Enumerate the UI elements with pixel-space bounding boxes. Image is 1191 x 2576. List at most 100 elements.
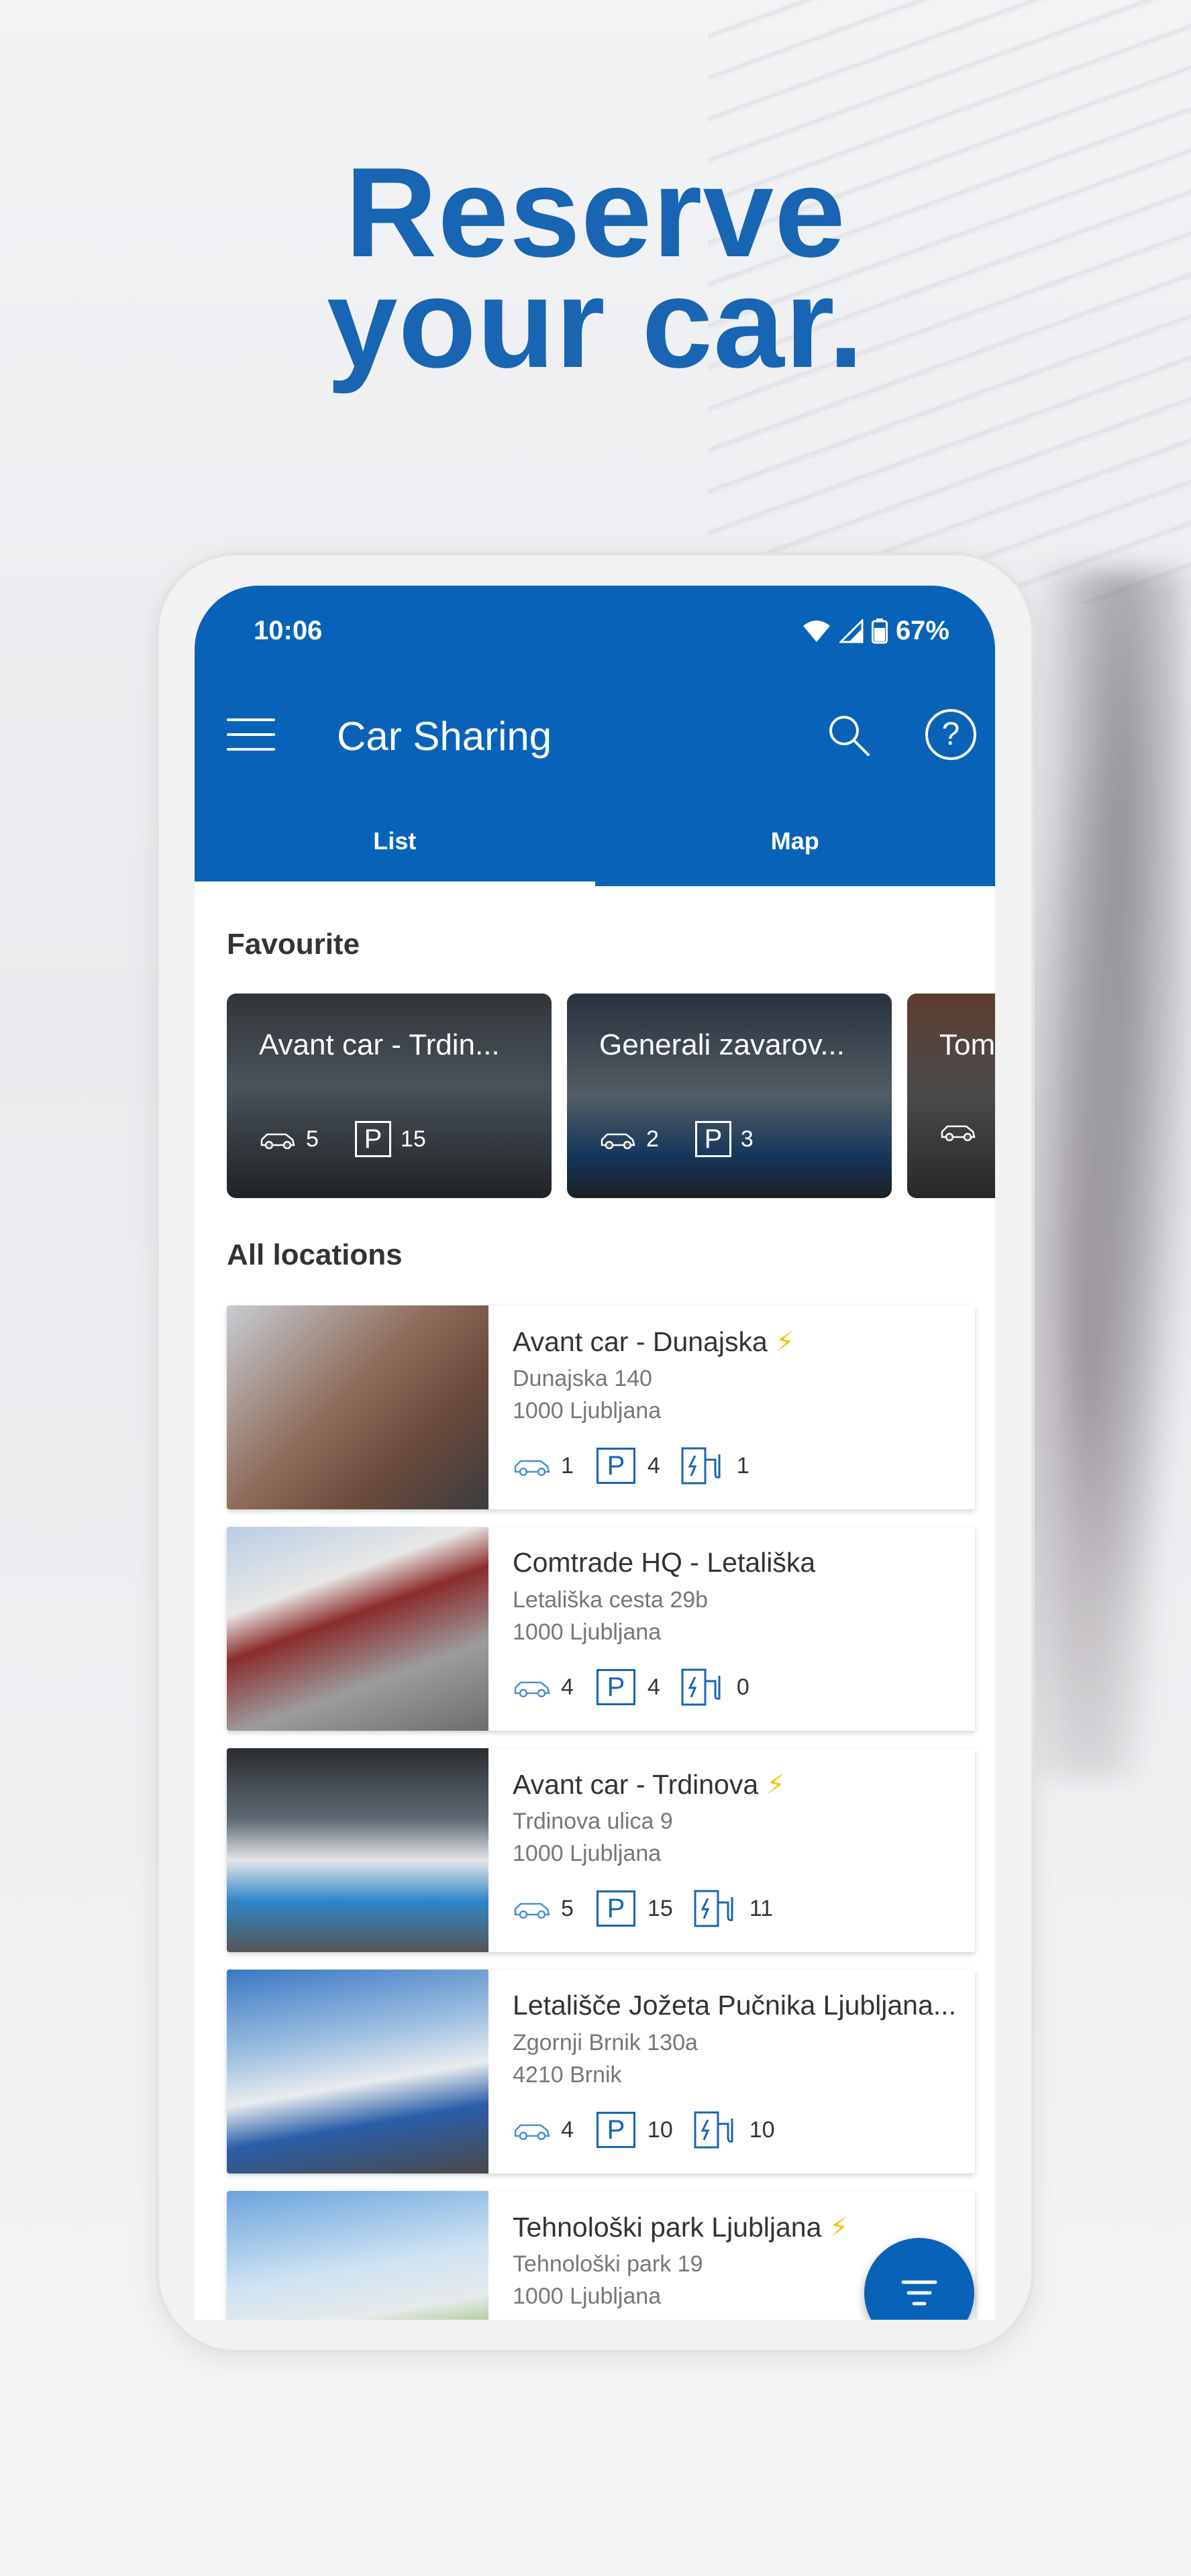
- favourite-carousel[interactable]: Avant car - Trdin... 5 P 15 Generali zav…: [227, 994, 995, 1198]
- favourite-card-stats: 2 P 3: [599, 1121, 754, 1157]
- favourite-card-parking: 15: [400, 1126, 426, 1152]
- car-icon: [601, 1133, 635, 1149]
- location-stats: 1 P 4 1: [513, 1446, 749, 1485]
- all-locations-section-title: All locations: [227, 1238, 403, 1271]
- phone-screen: 10:06 67% Car Sharing ? List Map Favouri…: [195, 586, 995, 2320]
- parking-icon: P: [694, 1121, 731, 1157]
- car-icon: [514, 1460, 550, 1476]
- favourite-card-name: Generali zavarov...: [599, 1028, 845, 1061]
- app-bar: 10:06 67% Car Sharing ? List Map: [195, 586, 995, 886]
- headline-line-2: your car.: [326, 252, 865, 394]
- signal-icon: [839, 619, 864, 643]
- location-chargers: 1: [736, 1452, 749, 1479]
- location-cars: 4: [561, 2116, 574, 2143]
- location-card[interactable]: Letališče Jožeta Pučnika Ljubljana... Zg…: [227, 1970, 975, 2174]
- parking-icon: P: [596, 1669, 635, 1705]
- location-city: 4210 Brnik: [513, 2062, 622, 2088]
- location-parking: 10: [647, 2116, 673, 2143]
- search-icon[interactable]: [825, 712, 872, 759]
- location-name: Avant car - Dunajska ⚡: [513, 1326, 795, 1357]
- electric-bolt-icon: ⚡: [766, 1769, 786, 1800]
- wifi-icon: [802, 620, 830, 642]
- favourite-card-name: Tom: [939, 1028, 995, 1061]
- location-city: 1000 Ljubljana: [513, 2284, 662, 2309]
- location-city: 1000 Ljubljana: [513, 1841, 662, 1866]
- car-icon: [941, 1125, 976, 1141]
- location-photo: [227, 1527, 488, 1731]
- status-bar: 10:06 67%: [195, 616, 995, 656]
- help-icon[interactable]: ?: [925, 709, 976, 760]
- favourite-card-cars: 5: [306, 1126, 319, 1152]
- car-icon: [260, 1133, 295, 1149]
- location-parking: 4: [647, 1674, 660, 1700]
- ev-charger-icon: [694, 1890, 733, 1927]
- filter-button[interactable]: [864, 2238, 974, 2320]
- parking-icon: P: [596, 2112, 635, 2148]
- location-card[interactable]: Comtrade HQ - Letališka Letališka cesta …: [227, 1527, 975, 1731]
- location-street: Dunajska 140: [513, 1366, 652, 1391]
- app-title: Car Sharing: [337, 714, 552, 759]
- location-cars: 4: [561, 1674, 574, 1700]
- location-cars: 1: [561, 1452, 574, 1479]
- ev-charger-icon: [681, 1447, 721, 1485]
- parking-icon: P: [596, 1448, 635, 1484]
- ev-charger-icon: [694, 2111, 733, 2149]
- location-stats: 5 P 15 11: [513, 1889, 773, 1928]
- parking-icon: P: [354, 1121, 391, 1157]
- location-stats: 4 P 10 10: [513, 2110, 775, 2149]
- location-name: Tehnološki park Ljubljana ⚡: [513, 2212, 849, 2243]
- promo-headline: Reserve your car.: [0, 149, 1191, 394]
- toolbar: Car Sharing ?: [195, 700, 995, 767]
- favourite-card-stats: 5 P 15: [259, 1121, 426, 1157]
- favourite-card[interactable]: Tom: [907, 994, 995, 1198]
- tab-bar: List Map: [195, 814, 995, 886]
- location-city: 1000 Ljubljana: [513, 1619, 662, 1645]
- location-photo: [227, 2191, 488, 2320]
- favourite-card-cars: 2: [646, 1126, 659, 1152]
- list-content: Favourite Avant car - Trdin... 5 P 15 Ge…: [195, 886, 995, 2320]
- car-icon: [514, 1681, 550, 1697]
- location-street: Letališka cesta 29b: [513, 1587, 709, 1613]
- favourite-section-title: Favourite: [227, 928, 360, 961]
- tab-map[interactable]: Map: [595, 814, 996, 886]
- favourite-card-stats: [939, 1121, 977, 1141]
- favourite-card-parking: 3: [740, 1126, 754, 1152]
- filter-icon: [901, 2280, 937, 2306]
- ev-charger-icon: [681, 1668, 721, 1706]
- location-card[interactable]: Tehnološki park Ljubljana ⚡ Tehnološki p…: [227, 2191, 975, 2320]
- location-city: 1000 Ljubljana: [513, 1398, 662, 1424]
- tab-list[interactable]: List: [195, 814, 595, 886]
- location-chargers: 11: [749, 1895, 774, 1921]
- location-photo: [227, 1748, 488, 1952]
- background-people-blur: [1017, 570, 1191, 1778]
- location-parking: 15: [647, 1895, 673, 1921]
- location-name: Comtrade HQ - Letališka: [513, 1547, 816, 1578]
- favourite-card[interactable]: Avant car - Trdin... 5 P 15: [227, 994, 552, 1198]
- location-card[interactable]: Avant car - Trdinova ⚡ Trdinova ulica 9 …: [227, 1748, 975, 1952]
- favourite-card-name: Avant car - Trdin...: [259, 1028, 500, 1061]
- favourite-card[interactable]: Generali zavarov... 2 P 3: [567, 994, 892, 1198]
- location-street: Trdinova ulica 9: [513, 1809, 673, 1834]
- electric-bolt-icon: ⚡: [775, 1326, 795, 1357]
- location-photo: [227, 1305, 488, 1509]
- location-stats: 4 P 4 0: [513, 1668, 749, 1707]
- location-parking: 4: [647, 1452, 660, 1479]
- hamburger-menu-icon[interactable]: [227, 718, 275, 751]
- status-time: 10:06: [254, 616, 323, 645]
- status-icons: 67%: [802, 616, 949, 646]
- battery-icon: [871, 618, 888, 643]
- location-street: Tehnološki park 19: [513, 2251, 703, 2277]
- location-street: Zgornji Brnik 130a: [513, 2030, 698, 2055]
- location-card[interactable]: Avant car - Dunajska ⚡ Dunajska 140 1000…: [227, 1305, 975, 1509]
- location-name: Letališče Jožeta Pučnika Ljubljana...: [513, 1990, 956, 2021]
- location-chargers: 10: [749, 2116, 775, 2143]
- location-cars: 5: [561, 1895, 574, 1921]
- parking-icon: P: [596, 1890, 635, 1927]
- battery-percentage: 67%: [895, 616, 949, 645]
- location-chargers: 0: [736, 1674, 749, 1700]
- car-icon: [514, 2124, 550, 2140]
- location-name: Avant car - Trdinova ⚡: [513, 1769, 786, 1800]
- car-icon: [514, 1902, 550, 1919]
- location-photo: [227, 1970, 488, 2174]
- electric-bolt-icon: ⚡: [829, 2212, 849, 2243]
